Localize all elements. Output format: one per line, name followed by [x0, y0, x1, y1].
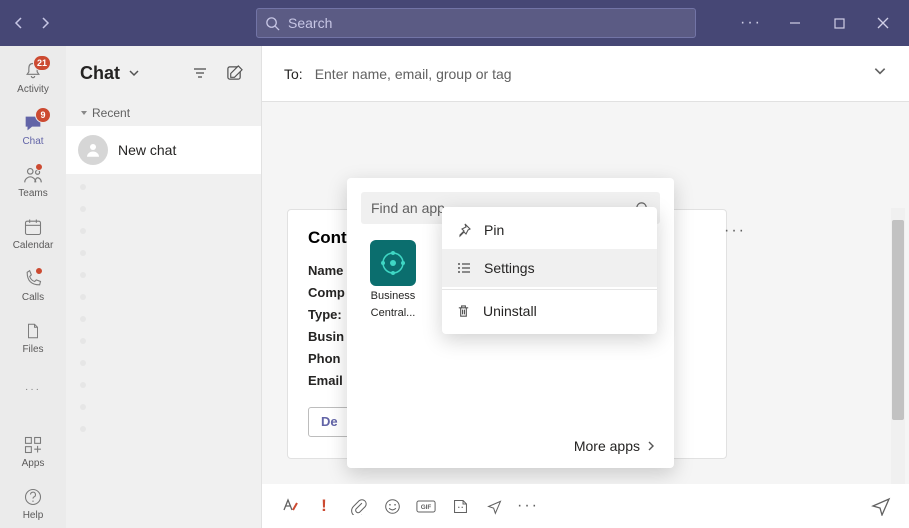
minimize-button[interactable]: [775, 8, 815, 38]
rail-help[interactable]: Help: [3, 478, 63, 528]
app-rail: 21 Activity 9 Chat Teams Calendar: [0, 46, 66, 528]
to-input[interactable]: Enter name, email, group or tag: [315, 66, 861, 82]
ctx-settings[interactable]: Settings: [442, 249, 657, 287]
ctx-uninstall[interactable]: Uninstall: [442, 292, 657, 330]
search-box[interactable]: Search: [256, 8, 696, 38]
rail-activity[interactable]: 21 Activity: [3, 52, 63, 102]
recent-section-label[interactable]: Recent: [66, 100, 261, 126]
avatar-icon: [78, 135, 108, 165]
chat-icon: 9: [21, 111, 45, 135]
bell-icon: 21: [21, 59, 45, 83]
search-placeholder: Search: [288, 15, 332, 31]
rail-label: Chat: [22, 136, 43, 147]
business-central-icon: [370, 240, 416, 286]
titlebar: Search ···: [0, 0, 909, 46]
format-button[interactable]: [280, 496, 300, 516]
app-tile-business-central[interactable]: Business Central...: [361, 240, 425, 320]
svg-text:GIF: GIF: [421, 504, 432, 511]
calendar-icon: [21, 215, 45, 239]
chat-list-item-new[interactable]: New chat: [66, 126, 261, 174]
card-details-button[interactable]: De: [308, 407, 351, 437]
close-button[interactable]: [863, 8, 903, 38]
to-row: To: Enter name, email, group or tag: [262, 46, 909, 102]
settings-list-icon: [456, 260, 472, 276]
rail-label: Calls: [22, 292, 44, 303]
rail-label: Help: [23, 510, 44, 521]
rail-label: Files: [22, 344, 43, 355]
rail-more[interactable]: ···: [3, 364, 63, 414]
chat-panel-title: Chat: [80, 63, 120, 84]
conversation-area: To: Enter name, email, group or tag ··· …: [262, 46, 909, 528]
caret-down-icon: [80, 109, 88, 117]
card-more-button[interactable]: ···: [724, 222, 746, 240]
teams-icon: [21, 163, 45, 187]
extensions-button[interactable]: [484, 496, 504, 516]
calls-notification-dot: [35, 267, 43, 275]
to-expand-button[interactable]: [873, 64, 887, 83]
rail-teams[interactable]: Teams: [3, 156, 63, 206]
rail-label: Teams: [18, 188, 47, 199]
rail-files[interactable]: Files: [3, 312, 63, 362]
rail-calendar[interactable]: Calendar: [3, 208, 63, 258]
trash-icon: [456, 304, 471, 319]
app-context-menu: Pin Settings Uninstall: [442, 207, 657, 334]
menu-divider: [442, 289, 657, 290]
teams-notification-dot: [35, 163, 43, 171]
rail-label: Activity: [17, 84, 49, 95]
activity-badge: 21: [33, 55, 51, 71]
find-app-placeholder: Find an app: [371, 200, 445, 216]
apps-icon: [21, 433, 45, 457]
attach-button[interactable]: [348, 496, 368, 516]
file-icon: [21, 319, 45, 343]
search-icon: [265, 16, 280, 31]
rail-apps[interactable]: Apps: [3, 426, 63, 476]
rail-label: Apps: [22, 458, 45, 469]
new-chat-button[interactable]: [221, 60, 247, 86]
chat-badge: 9: [35, 107, 51, 123]
filter-button[interactable]: [187, 60, 213, 86]
rail-calls[interactable]: Calls: [3, 260, 63, 310]
gif-button[interactable]: GIF: [416, 496, 436, 516]
ctx-pin[interactable]: Pin: [442, 211, 657, 249]
app-tile-label: Business: [361, 290, 425, 303]
compose-toolbar: ! GIF ···: [262, 484, 909, 528]
app-tile-label: Central...: [361, 307, 425, 320]
more-options-button[interactable]: ···: [731, 8, 771, 38]
help-icon: [21, 485, 45, 509]
send-button[interactable]: [871, 496, 891, 516]
chat-item-label: New chat: [118, 142, 176, 158]
to-label: To:: [284, 66, 303, 82]
pin-icon: [456, 222, 472, 238]
chevron-right-icon: [646, 441, 656, 451]
sticker-button[interactable]: [450, 496, 470, 516]
scrollbar-thumb[interactable]: [892, 220, 904, 420]
nav-forward-button[interactable]: [32, 10, 58, 36]
ellipsis-icon: ···: [21, 377, 45, 401]
maximize-button[interactable]: [819, 8, 859, 38]
chat-list-placeholders: [66, 174, 261, 442]
rail-chat[interactable]: 9 Chat: [3, 104, 63, 154]
nav-back-button[interactable]: [6, 10, 32, 36]
chevron-down-icon[interactable]: [128, 67, 140, 79]
more-apps-button[interactable]: More apps: [574, 438, 656, 454]
rail-label: Calendar: [13, 240, 54, 251]
chat-list-panel: Chat Recent New chat: [66, 46, 262, 528]
phone-icon: [21, 267, 45, 291]
priority-button[interactable]: !: [314, 496, 334, 516]
compose-more-button[interactable]: ···: [518, 496, 538, 516]
emoji-button[interactable]: [382, 496, 402, 516]
